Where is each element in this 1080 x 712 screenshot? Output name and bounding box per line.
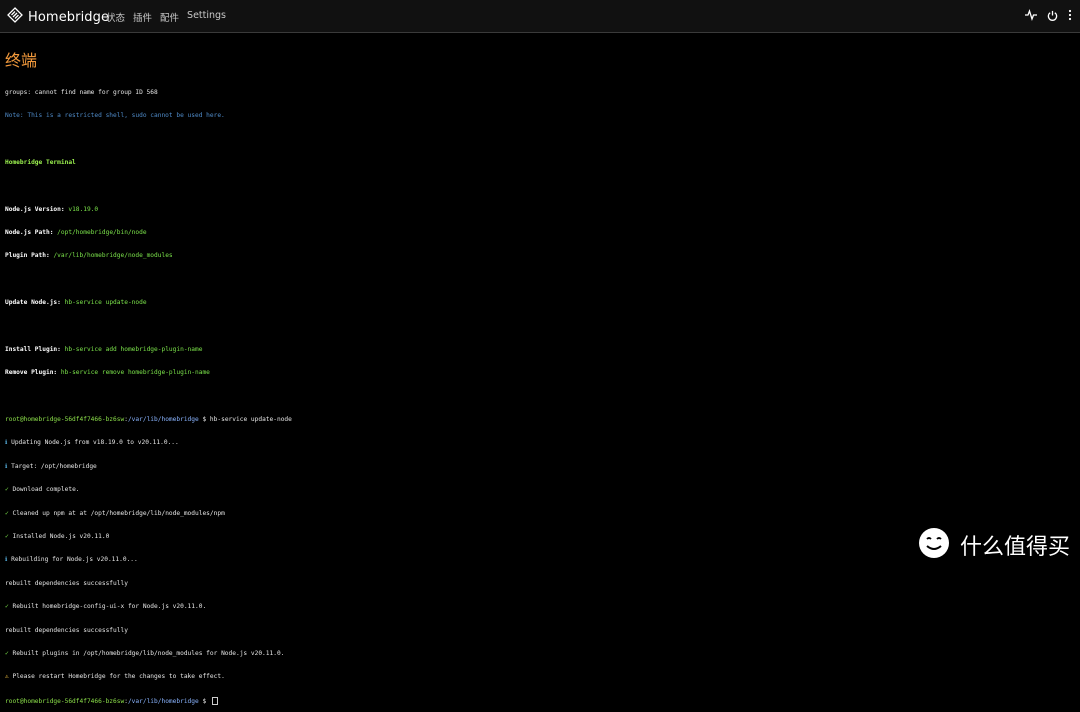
- info-icon: ℹ: [5, 439, 8, 447]
- terminal-value: v18.19.0: [68, 205, 99, 213]
- terminal-line: ℹ Target: /opt/homebridge: [5, 463, 292, 471]
- more-vertical-icon[interactable]: [1068, 9, 1072, 21]
- terminal-value: hb-service add homebridge-plugin-name: [64, 345, 203, 353]
- terminal-output[interactable]: groups: cannot find name for group ID 56…: [5, 73, 292, 712]
- terminal-label: Node.js Path:: [5, 228, 54, 236]
- prompt-path: /var/lib/homebridge: [127, 697, 199, 705]
- watermark: 什么值得买: [918, 527, 1070, 563]
- terminal-blank: [5, 393, 292, 401]
- warning-icon: ⚠: [5, 673, 9, 681]
- terminal-text: Updating Node.js from v18.19.0 to v20.11…: [11, 439, 179, 447]
- check-icon: ✓: [5, 533, 9, 541]
- terminal-line: Node.js Version: v18.19.0: [5, 206, 292, 214]
- terminal-label: Update Node.js:: [5, 299, 61, 307]
- power-icon[interactable]: [1047, 10, 1058, 21]
- nav-item-accessories[interactable]: 配件: [160, 10, 179, 24]
- check-icon: ✓: [5, 486, 9, 494]
- pulse-icon[interactable]: [1025, 9, 1037, 21]
- info-icon: ℹ: [5, 462, 8, 470]
- terminal-value: hb-service remove homebridge-plugin-name: [60, 369, 210, 377]
- terminal-text: Rebuilt plugins in /opt/homebridge/lib/n…: [12, 649, 285, 657]
- terminal-line: Install Plugin: hb-service add homebridg…: [5, 346, 292, 354]
- terminal-value: /var/lib/homebridge/node_modules: [53, 252, 173, 260]
- terminal-line: ✓ Rebuilt homebridge-config-ui-x for Nod…: [5, 603, 292, 611]
- terminal-line: ✓ Cleaned up npm at at /opt/homebridge/l…: [5, 510, 292, 518]
- terminal-line: ✓ Rebuilt plugins in /opt/homebridge/lib…: [5, 650, 292, 658]
- terminal-line: ℹ Rebuilding for Node.js v20.11.0...: [5, 556, 292, 564]
- terminal-line: ℹ Updating Node.js from v18.19.0 to v20.…: [5, 439, 292, 447]
- terminal-value: hb-service update-node: [64, 299, 147, 307]
- terminal-line: ✓ Installed Node.js v20.11.0: [5, 533, 292, 541]
- terminal-prompt: root@homebridge-56df4f7466-bz6sw:/var/li…: [5, 416, 292, 424]
- terminal-blank: [5, 276, 292, 284]
- app-title: Homebridge: [28, 9, 110, 25]
- info-icon: ℹ: [5, 556, 8, 564]
- terminal-prompt: root@homebridge-56df4f7466-bz6sw:/var/li…: [5, 696, 292, 705]
- terminal-text: Rebuilding for Node.js v20.11.0...: [11, 556, 138, 564]
- nav-item-settings[interactable]: Settings: [187, 10, 226, 24]
- terminal-blank: [5, 323, 292, 331]
- terminal-label: Remove Plugin:: [5, 369, 58, 377]
- terminal-text: Installed Node.js v20.11.0: [12, 533, 110, 541]
- terminal-line: Node.js Path: /opt/homebridge/bin/node: [5, 229, 292, 237]
- terminal-line: rebuilt dependencies successfully: [5, 579, 128, 587]
- nav-item-status[interactable]: 状态: [106, 10, 125, 24]
- check-icon: ✓: [5, 649, 9, 657]
- homebridge-logo-icon: [7, 7, 23, 27]
- terminal-line: Plugin Path: /var/lib/homebridge/node_mo…: [5, 252, 292, 260]
- watermark-text: 什么值得买: [959, 535, 1070, 560]
- main-nav: 状态 插件 配件 Settings: [106, 10, 234, 24]
- terminal-text: Please restart Homebridge for the change…: [12, 673, 225, 681]
- page-title: 终端: [5, 51, 38, 70]
- navbar-actions: [1025, 9, 1072, 21]
- prompt-path: /var/lib/homebridge: [127, 416, 199, 424]
- terminal-label: Install Plugin:: [5, 345, 61, 353]
- check-icon: ✓: [5, 509, 9, 517]
- terminal-line: groups: cannot find name for group ID 56…: [5, 88, 158, 96]
- terminal-line: ⚠ Please restart Homebridge for the chan…: [5, 673, 292, 681]
- terminal-text: Cleaned up npm at at /opt/homebridge/lib…: [12, 509, 225, 517]
- terminal-blank: [5, 135, 292, 143]
- terminal-cursor: [211, 696, 218, 705]
- terminal-line: Homebridge Terminal: [5, 158, 76, 166]
- terminal-blank: [5, 182, 292, 190]
- terminal-value: /opt/homebridge/bin/node: [57, 228, 147, 236]
- terminal-label: Plugin Path:: [5, 252, 50, 260]
- brand[interactable]: Homebridge: [7, 7, 109, 27]
- terminal-line: ✓ Download complete.: [5, 486, 292, 494]
- top-navbar: Homebridge 状态 插件 配件 Settings: [0, 0, 1080, 33]
- terminal-line: rebuilt dependencies successfully: [5, 626, 128, 634]
- terminal-line: Remove Plugin: hb-service remove homebri…: [5, 369, 292, 377]
- terminal-line: Note: This is a restricted shell, sudo c…: [5, 111, 225, 119]
- check-icon: ✓: [5, 603, 9, 611]
- nav-item-plugins[interactable]: 插件: [133, 10, 152, 24]
- prompt-user: root@homebridge-56df4f7466-bz6sw: [5, 416, 125, 424]
- smzdm-logo-icon: [918, 527, 950, 563]
- terminal-label: Node.js Version:: [5, 205, 65, 213]
- terminal-text: Target: /opt/homebridge: [11, 462, 97, 470]
- prompt-command: hb-service update-node: [209, 416, 292, 424]
- prompt-user: root@homebridge-56df4f7466-bz6sw: [5, 697, 125, 705]
- terminal-text: Rebuilt homebridge-config-ui-x for Node.…: [12, 603, 207, 611]
- terminal-line: Update Node.js: hb-service update-node: [5, 299, 292, 307]
- terminal-text: Download complete.: [12, 486, 80, 494]
